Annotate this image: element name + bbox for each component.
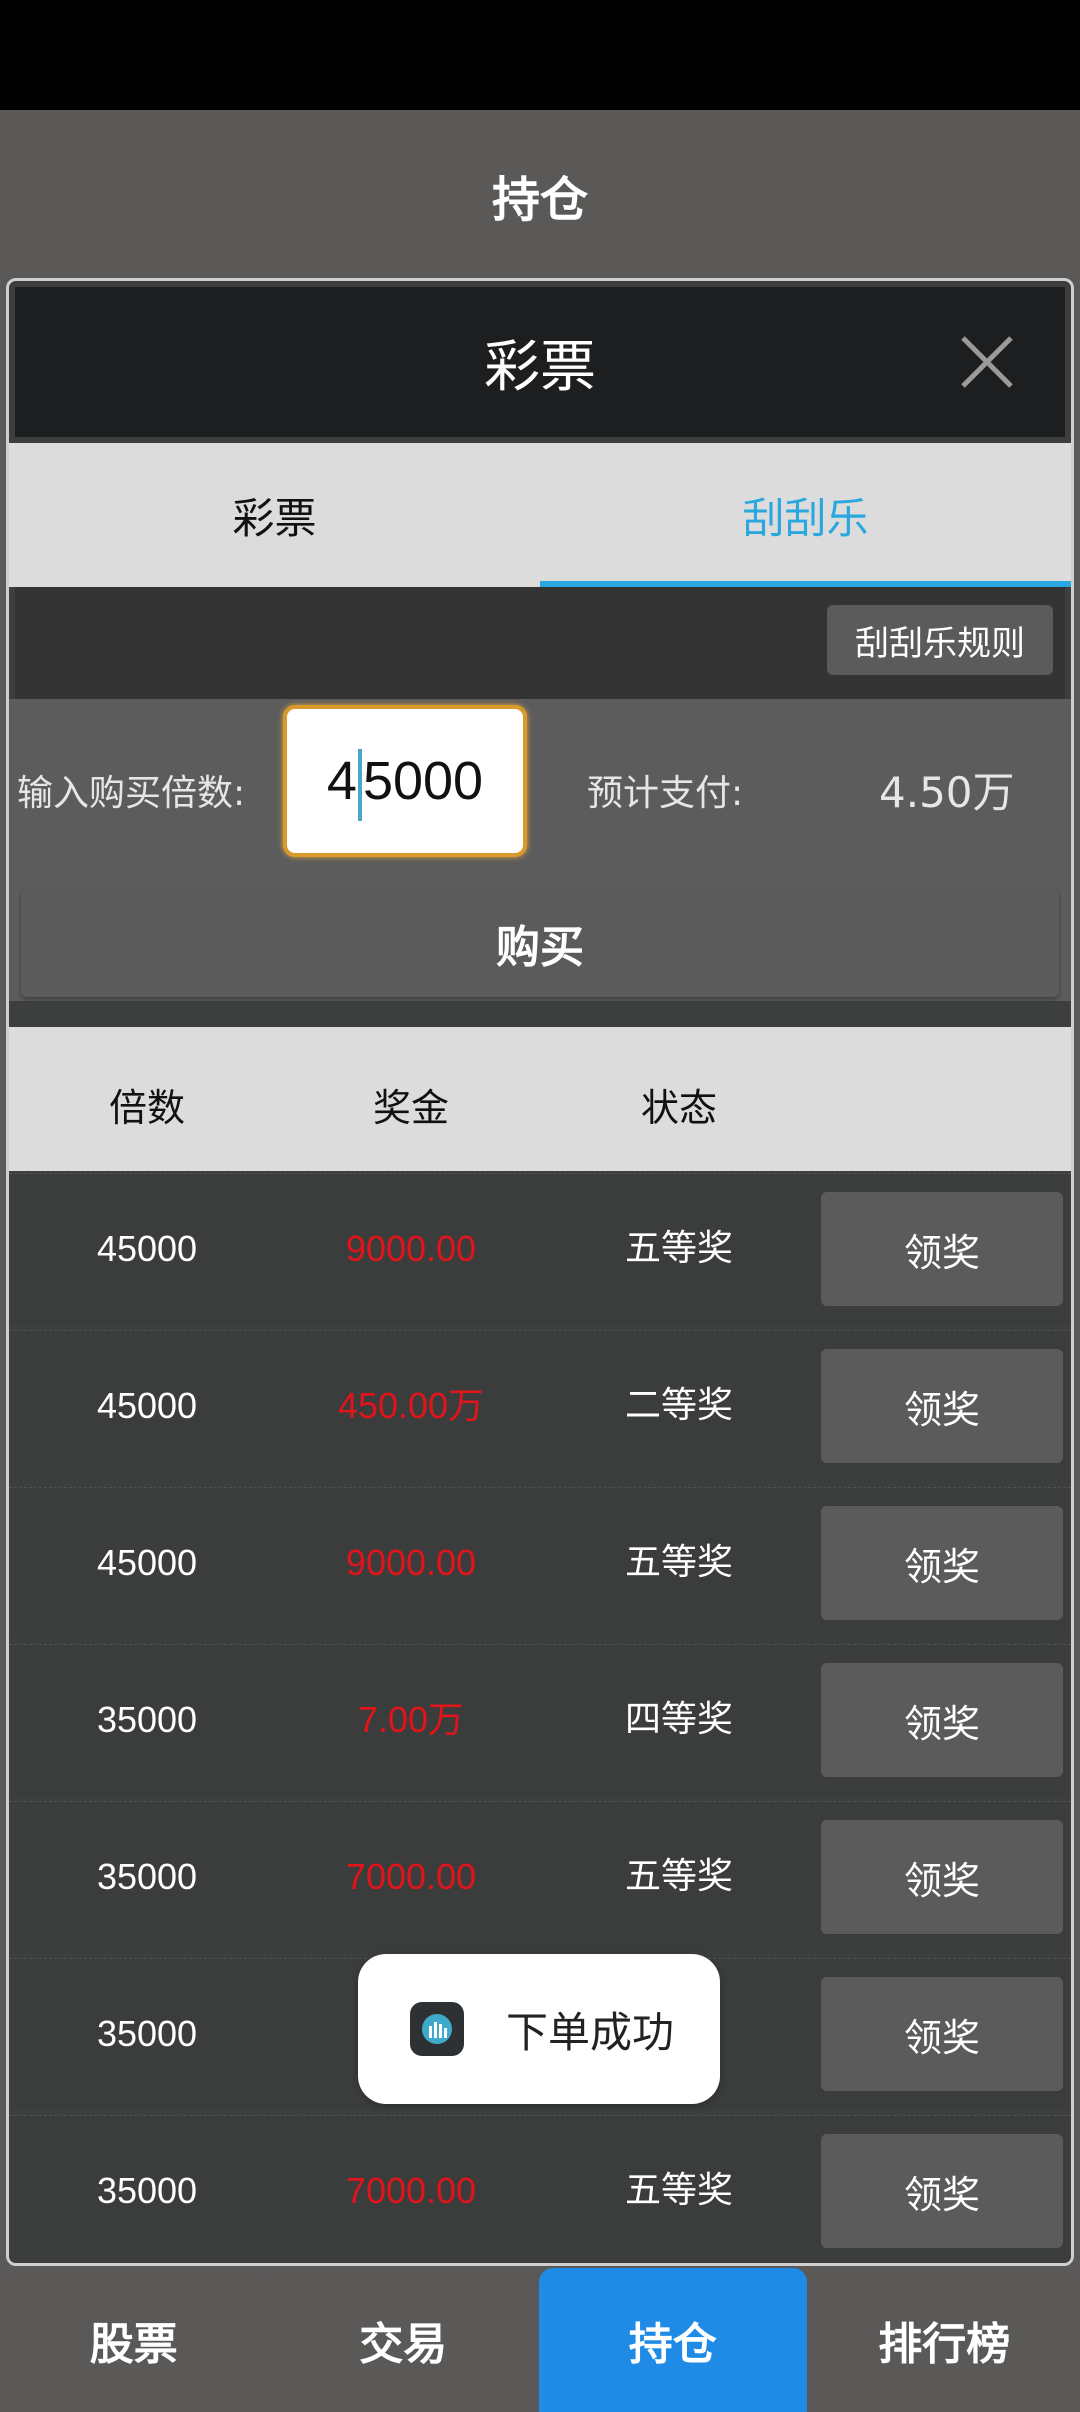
buy-row: 购买 (9, 889, 1071, 1001)
multiple-input-label: 输入购买倍数: (17, 773, 246, 814)
nav-leaderboard[interactable]: 排行榜 (808, 2268, 1080, 2412)
claim-prize-button[interactable]: 领奖 (821, 1349, 1063, 1463)
tab-lottery[interactable]: 彩票 (9, 443, 540, 587)
row-prize: 9000.00 (345, 1228, 477, 1269)
multiple-input[interactable]: 4 5000 (283, 705, 527, 857)
text-caret (357, 748, 362, 821)
column-header-prize: 奖金 (372, 1086, 449, 1130)
column-header-multiple: 倍数 (108, 1086, 185, 1130)
nav-stocks[interactable]: 股票 (0, 2268, 268, 2412)
row-prize: 7000.00 (345, 2170, 477, 2211)
nav-holdings[interactable]: 持仓 (539, 2268, 807, 2412)
row-prize: 7.00万 (357, 1699, 465, 1740)
dialog-title: 彩票 (484, 334, 596, 400)
row-multiple: 45000 (96, 1228, 198, 1269)
column-header-status: 状态 (640, 1086, 717, 1130)
row-status: 四等奖 (624, 1699, 733, 1740)
row-status: 五等奖 (624, 1542, 733, 1583)
row-multiple: 35000 (96, 1699, 198, 1740)
estimated-pay-value: 4.50万 (879, 768, 1015, 817)
row-multiple: 35000 (96, 2013, 198, 2054)
app-logo-icon (410, 2002, 464, 2056)
toast-notification: 下单成功 (358, 1954, 720, 2104)
purchase-input-row: 输入购买倍数: 4 5000 预计支付: 4.50万 (9, 699, 1071, 889)
rules-row: 刮刮乐规则 (15, 587, 1065, 699)
table-row: 35000 7.00万 四等奖 领奖 (9, 1644, 1071, 1795)
table-row: 45000 9000.00 五等奖 领奖 (9, 1487, 1071, 1638)
row-status: 二等奖 (624, 1385, 733, 1426)
row-multiple: 45000 (96, 1385, 198, 1426)
row-multiple: 45000 (96, 1542, 198, 1583)
row-multiple: 35000 (96, 1856, 198, 1897)
bottom-nav: 股票 交易 持仓 排行榜 (0, 2268, 1080, 2412)
table-header: 倍数 奖金 状态 (9, 1027, 1071, 1171)
claim-prize-button[interactable]: 领奖 (821, 1192, 1063, 1306)
row-status: 五等奖 (624, 1856, 733, 1897)
scratch-rules-button[interactable]: 刮刮乐规则 (827, 605, 1053, 675)
claim-prize-button[interactable]: 领奖 (821, 1506, 1063, 1620)
claim-prize-button[interactable]: 领奖 (821, 1663, 1063, 1777)
nav-trade[interactable]: 交易 (269, 2268, 537, 2412)
row-prize: 9000.00 (345, 1542, 477, 1583)
table-row: 45000 450.00万 二等奖 领奖 (9, 1330, 1071, 1481)
row-prize: 450.00万 (337, 1385, 485, 1426)
table-row: 35000 7000.00 五等奖 领奖 (9, 2115, 1071, 2263)
page-title: 持仓 (0, 110, 1080, 280)
claim-prize-button[interactable]: 领奖 (821, 1977, 1063, 2091)
table-row: 45000 9000.00 五等奖 领奖 (9, 1173, 1071, 1324)
multiple-input-value-suffix: 5000 (362, 751, 484, 811)
row-status: 五等奖 (624, 1228, 733, 1269)
tab-scratch-card[interactable]: 刮刮乐 (540, 443, 1071, 587)
claim-prize-button[interactable]: 领奖 (821, 1820, 1063, 1934)
status-bar (0, 0, 1080, 110)
buy-button[interactable]: 购买 (21, 889, 1059, 997)
tab-bar: 彩票 刮刮乐 (9, 443, 1071, 587)
claim-prize-button[interactable]: 领奖 (821, 2134, 1063, 2248)
estimated-pay-label: 预计支付: (587, 773, 744, 814)
row-multiple: 35000 (96, 2170, 198, 2211)
row-status: 五等奖 (624, 2170, 733, 2211)
dialog-header: 彩票 (15, 287, 1065, 437)
table-row: 35000 7000.00 五等奖 领奖 (9, 1801, 1071, 1952)
row-prize: 7000.00 (345, 1856, 477, 1897)
close-icon[interactable] (959, 334, 1015, 390)
multiple-input-value-prefix: 4 (326, 751, 357, 811)
toast-message: 下单成功 (506, 2007, 675, 2057)
